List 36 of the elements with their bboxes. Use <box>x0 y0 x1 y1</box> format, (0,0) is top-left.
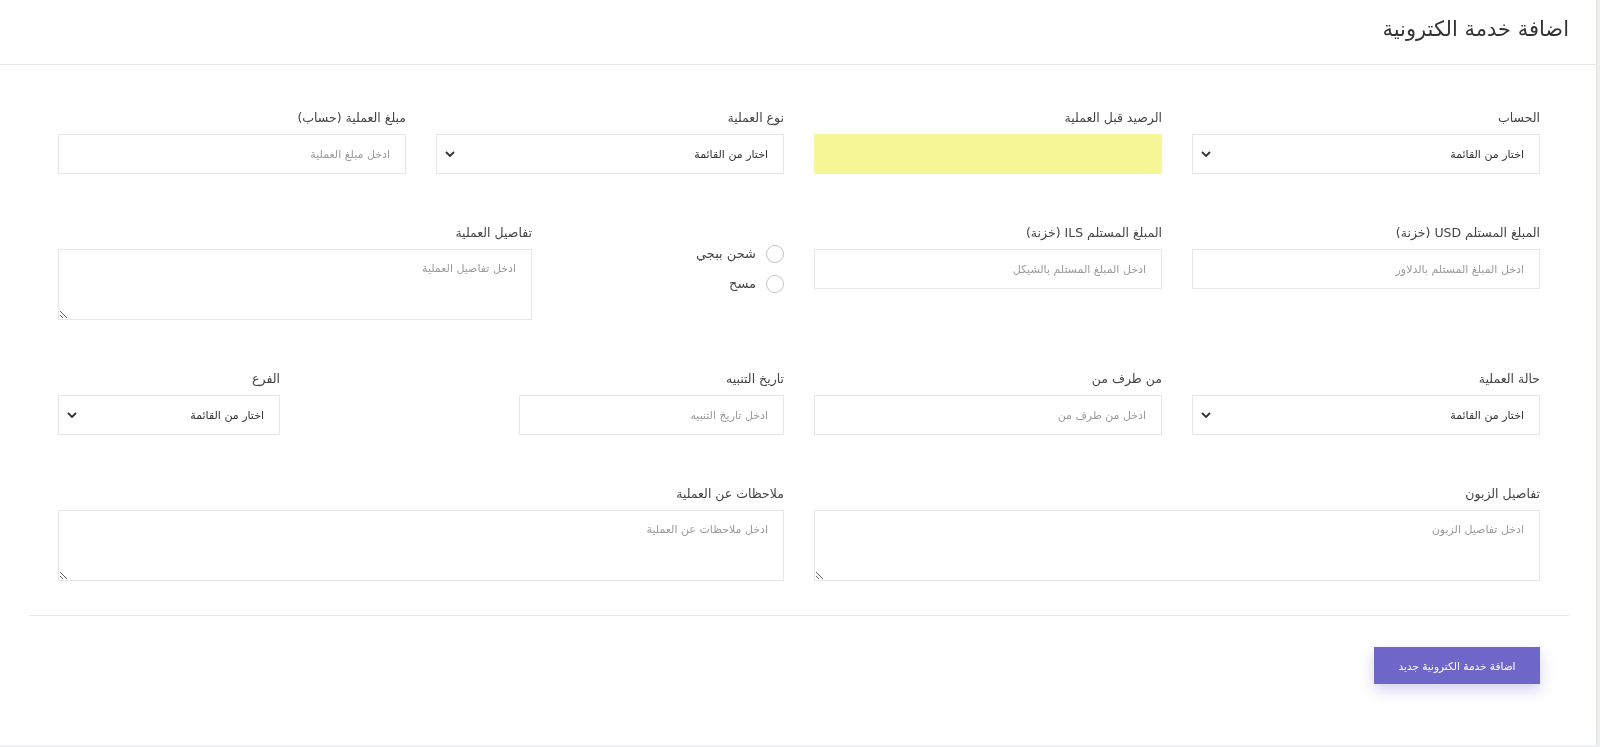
text-field[interactable]: ادخل المبلغ المستلم بالشيكل <box>814 249 1162 289</box>
text-field[interactable] <box>814 134 1162 174</box>
text-field[interactable]: ادخل مبلغ العملية <box>58 134 406 174</box>
radio-label[interactable]: شحن ببجي <box>695 244 756 264</box>
dropdown[interactable]: اختار من القائمة <box>436 134 784 174</box>
dropdown[interactable]: اختار من القائمة <box>1192 395 1540 435</box>
radio-button[interactable] <box>766 245 784 263</box>
field-label: تفاصيل العملية <box>455 224 532 242</box>
field-label: من طرف من <box>1091 370 1162 388</box>
dropdown[interactable]: اختار من القائمة <box>58 395 280 435</box>
submit-button[interactable]: اضافة خدمة الكترونية جديد <box>1374 647 1540 684</box>
field-label: الرصيد قبل العملية <box>1064 109 1162 127</box>
text-field[interactable]: ادخل من طرف من <box>814 395 1162 435</box>
text-area[interactable]: ادخل ملاحظات عن العملية <box>58 510 784 581</box>
page-title: اضافة خدمة الكترونية <box>1382 16 1569 43</box>
field-label: مبلغ العملية (حساب) <box>297 109 406 127</box>
field-label: تفاصيل الزبون <box>1465 485 1540 503</box>
chevron-down-icon <box>445 150 455 158</box>
radio-button[interactable] <box>766 275 784 293</box>
field-label: الحساب <box>1497 109 1540 127</box>
text-area[interactable]: ادخل تفاصيل الزبون <box>814 510 1540 581</box>
text-area[interactable]: ادخل تفاصيل العملية <box>58 249 532 320</box>
field-label: المبلغ المستلم ILS (خزنة) <box>1025 224 1162 242</box>
chevron-down-icon <box>1201 150 1211 158</box>
field-label: حالة العملية <box>1478 370 1540 388</box>
text-field[interactable]: ادخل تاريخ التنبيه <box>519 395 784 435</box>
text-field[interactable]: ادخل المبلغ المستلم بالدلاور <box>1192 249 1540 289</box>
field-label: ملاحظات عن العملية <box>676 485 784 503</box>
chevron-down-icon <box>1201 411 1211 419</box>
field-label: المبلغ المستلم USD (خزنة) <box>1395 224 1540 242</box>
field-label: نوع العملية <box>727 109 784 127</box>
field-label: تاريخ التنبيه <box>726 370 784 388</box>
field-label: الفرع <box>252 370 280 388</box>
radio-label[interactable]: مسح <box>729 274 756 294</box>
chevron-down-icon <box>67 411 77 419</box>
dropdown[interactable]: اختار من القائمة <box>1192 134 1540 174</box>
